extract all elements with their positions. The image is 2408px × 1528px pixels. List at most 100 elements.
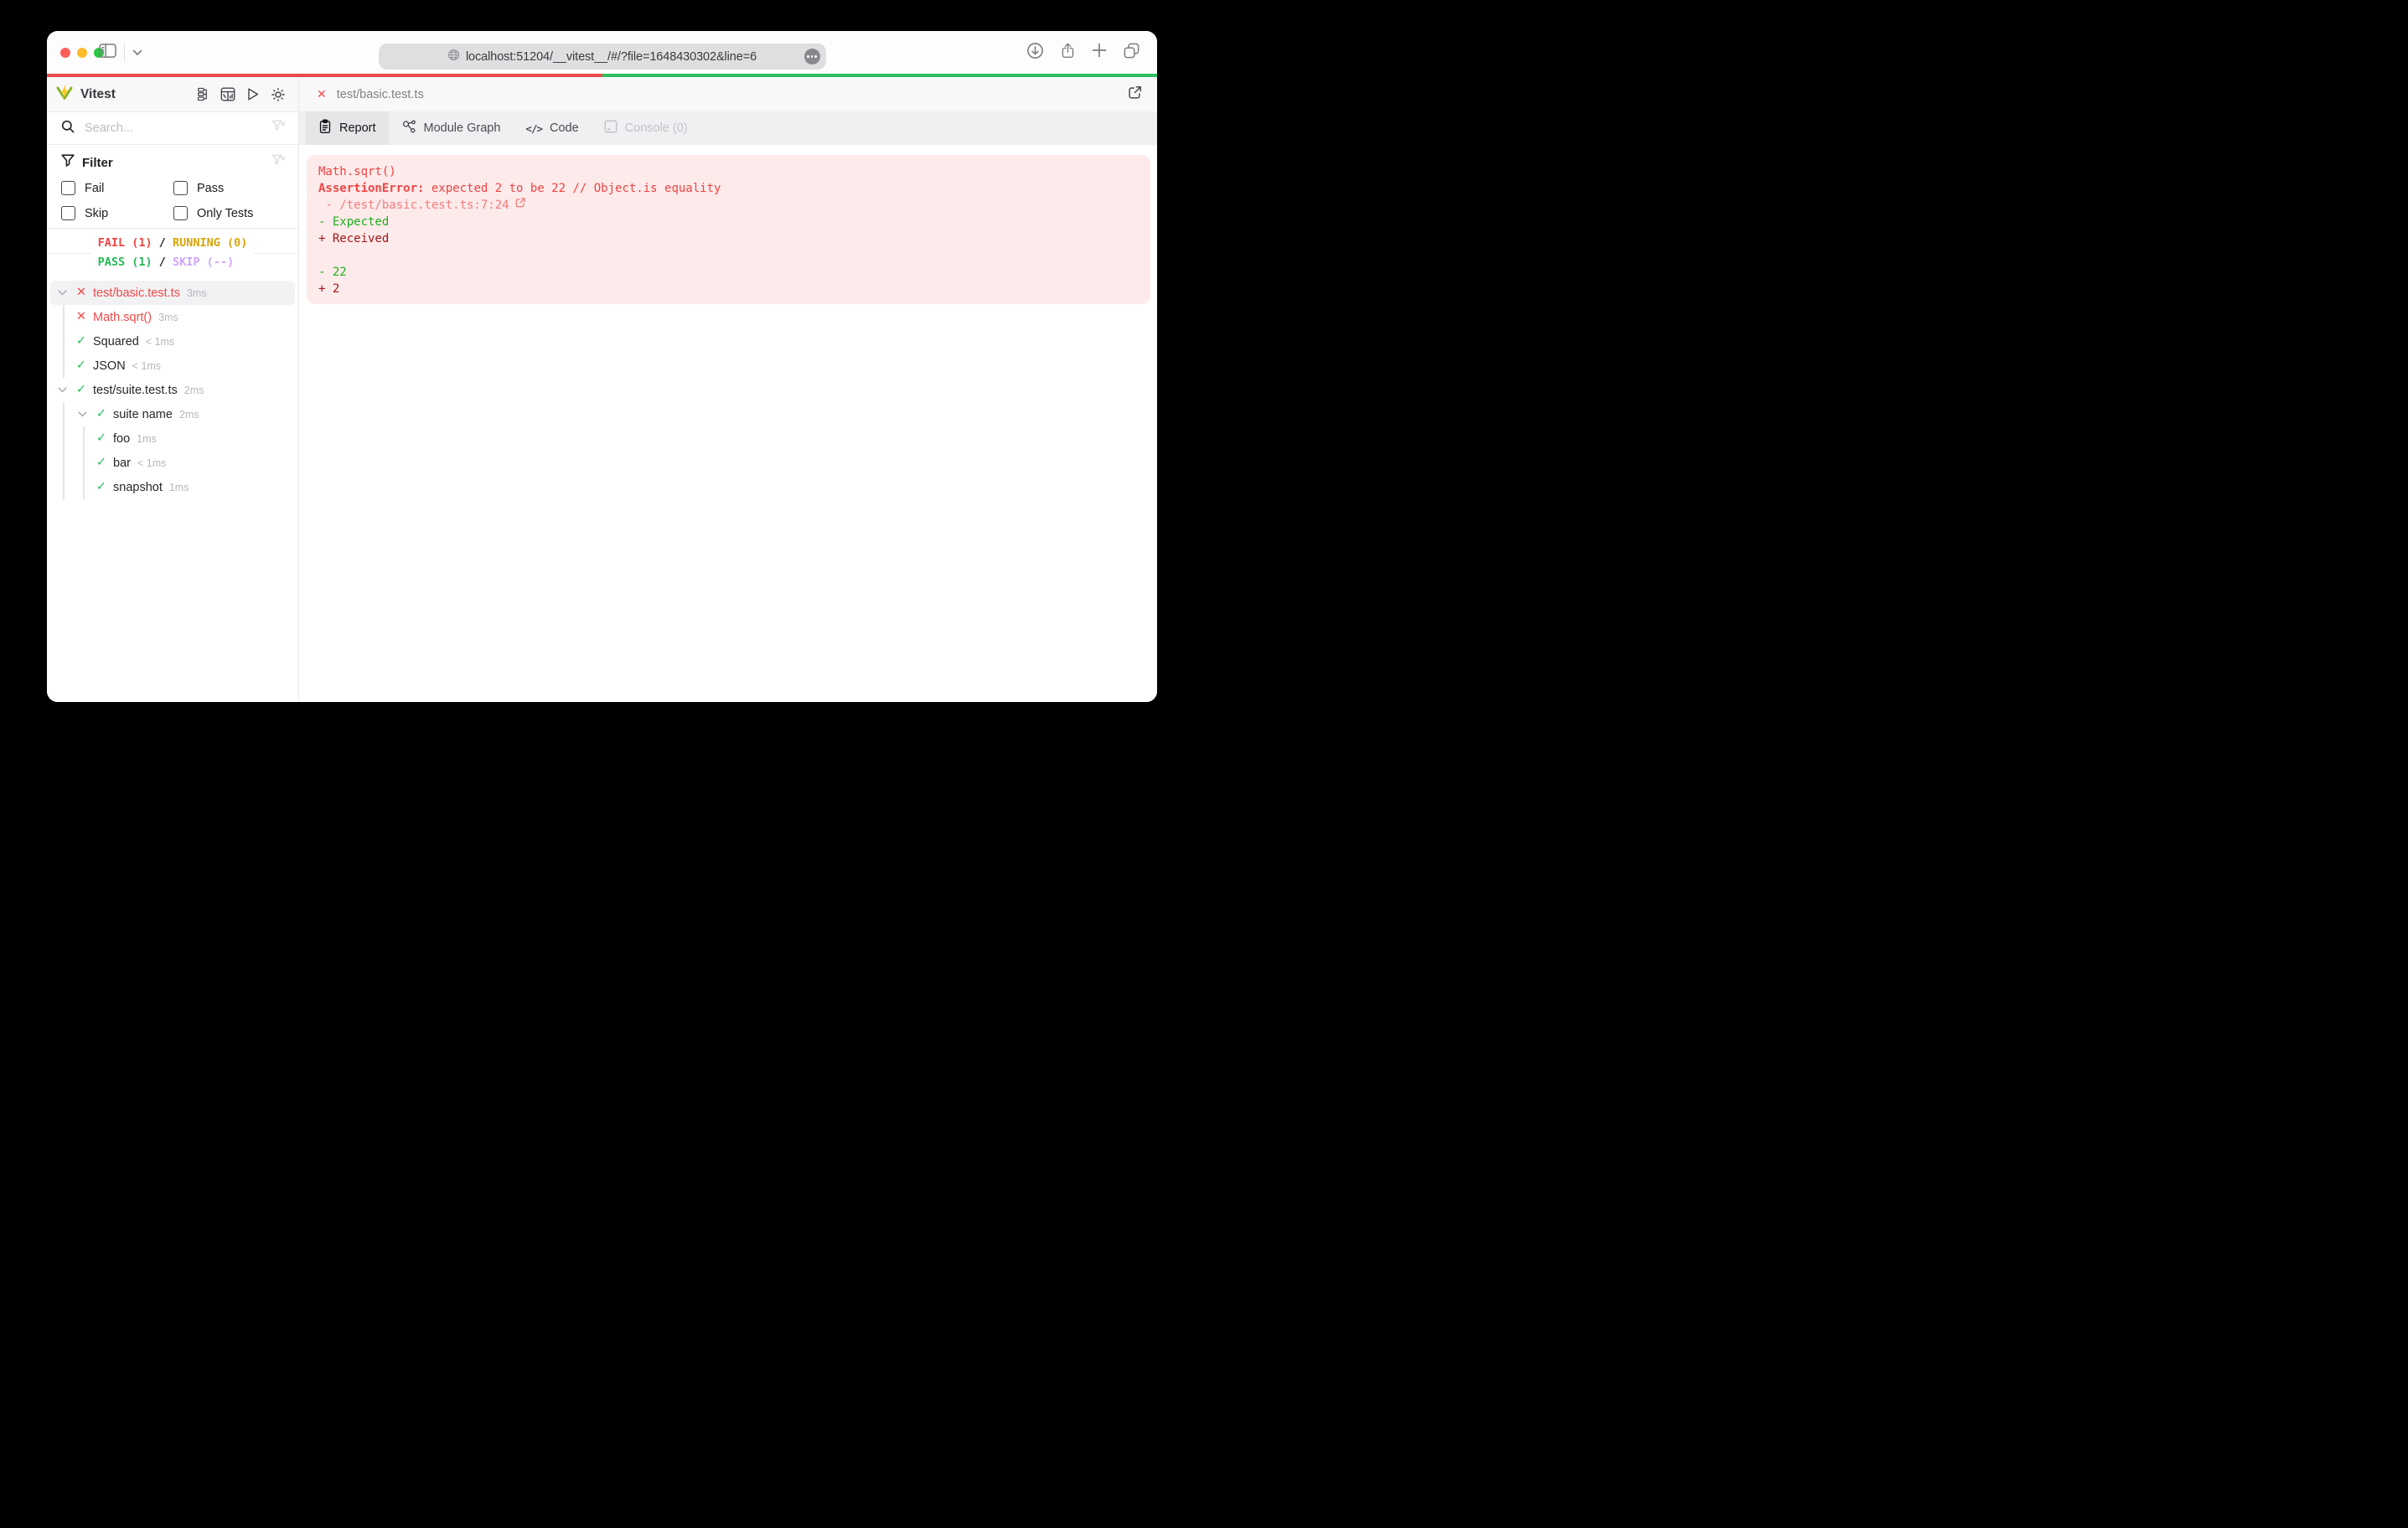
- duration: 2ms: [178, 408, 199, 421]
- code-icon: </>: [525, 121, 543, 135]
- main-pane: ✕ test/basic.test.ts Report Module Graph…: [299, 77, 1157, 702]
- new-tab-icon[interactable]: [1092, 43, 1107, 62]
- tree-row-test[interactable]: ✓ Squared < 1ms: [50, 329, 295, 354]
- test-summary: FAIL (1) / RUNNING (0) PASS (1) / SKIP (…: [47, 229, 298, 277]
- minimize-window-button[interactable]: [77, 48, 87, 58]
- diff-expected-label: - Expected: [318, 215, 390, 229]
- sidebar: Vitest Search... Filter Fail Pass Skip O…: [47, 77, 299, 702]
- pass-icon: ✓: [96, 431, 107, 446]
- filter-section: Filter Fail Pass Skip Only Tests: [47, 145, 298, 229]
- duration: 3ms: [186, 286, 207, 299]
- page-settings-icon[interactable]: [804, 49, 820, 65]
- filter-icon: [61, 154, 75, 171]
- report-icon: [318, 119, 332, 137]
- clear-search-filter-icon[interactable]: [271, 120, 286, 137]
- summary-line-1: FAIL (1) / RUNNING (0): [97, 236, 248, 250]
- filter-checkbox-only-tests[interactable]: Only Tests: [173, 204, 286, 222]
- open-in-editor-icon[interactable]: [1127, 85, 1143, 105]
- tree-row-test[interactable]: ✓ snapshot 1ms: [50, 475, 295, 499]
- pass-icon: ✓: [75, 334, 87, 348]
- open-file-name: test/basic.test.ts: [336, 87, 424, 101]
- checkbox[interactable]: [61, 206, 75, 220]
- address-bar[interactable]: localhost:51204/__vitest__/#/?file=16484…: [378, 44, 826, 70]
- tab-code[interactable]: </> Code: [513, 111, 591, 145]
- globe-icon: [447, 49, 460, 65]
- search-row: [47, 112, 298, 145]
- console-icon: [604, 120, 618, 137]
- sidebar-header: Vitest: [47, 77, 298, 112]
- fail-count: FAIL (1): [97, 236, 152, 250]
- pass-icon: ✓: [96, 407, 107, 421]
- duration: < 1ms: [132, 359, 162, 372]
- duration: 2ms: [183, 384, 204, 396]
- sidebar-toggle-icon[interactable]: [99, 43, 116, 63]
- filter-checkbox-pass[interactable]: Pass: [173, 179, 286, 197]
- filter-checkbox-fail[interactable]: Fail: [61, 179, 173, 197]
- run-all-icon[interactable]: [246, 87, 260, 101]
- close-window-button[interactable]: [60, 48, 70, 58]
- app-title: Vitest: [80, 86, 116, 101]
- theme-toggle-icon[interactable]: [271, 87, 286, 102]
- pass-count: PASS (1): [97, 255, 152, 269]
- chevron-down-icon[interactable]: [52, 387, 72, 393]
- running-count: RUNNING (0): [173, 236, 248, 250]
- view-tabs: Report Module Graph </> Code Console (0): [299, 111, 1157, 145]
- failed-test-name: Math.sqrt(): [318, 165, 396, 178]
- tab-module-graph[interactable]: Module Graph: [389, 111, 514, 145]
- chevron-down-icon[interactable]: [132, 45, 142, 60]
- collapse-tree-icon[interactable]: [196, 87, 209, 101]
- skip-count: SKIP (--): [173, 255, 235, 269]
- diff-received-label: + Received: [318, 232, 390, 245]
- duration: < 1ms: [137, 457, 167, 469]
- tab-report[interactable]: Report: [306, 111, 389, 145]
- pass-icon: ✓: [96, 480, 107, 494]
- vitest-logo-icon: [55, 83, 74, 106]
- summary-line-2: PASS (1) / SKIP (--): [97, 255, 235, 269]
- chevron-down-icon[interactable]: [52, 290, 72, 296]
- pass-icon: ✓: [75, 383, 87, 397]
- tree-row-test[interactable]: ✓ JSON < 1ms: [50, 354, 295, 378]
- dashboard-icon[interactable]: [220, 87, 235, 101]
- tree-row-test[interactable]: ✓ bar < 1ms: [50, 451, 295, 475]
- search-icon: [61, 120, 75, 137]
- tab-console: Console (0): [592, 111, 700, 145]
- assertion-error-line: AssertionError: expected 2 to be 22 // O…: [318, 182, 721, 195]
- browser-window: localhost:51204/__vitest__/#/?file=16484…: [47, 31, 1157, 702]
- file-header: ✕ test/basic.test.ts: [299, 77, 1157, 111]
- test-tree: ✕ test/basic.test.ts 3ms ✕ Math.sqrt() 3…: [47, 277, 298, 702]
- checkbox[interactable]: [173, 206, 188, 220]
- duration: < 1ms: [145, 335, 175, 348]
- duration: 3ms: [158, 311, 178, 323]
- tree-row-suite[interactable]: ✓ suite name 2ms: [50, 402, 295, 426]
- module-graph-icon: [401, 119, 416, 137]
- toolbar-divider: [124, 43, 125, 62]
- traffic-lights: [60, 48, 104, 58]
- open-in-editor-icon[interactable]: [514, 197, 526, 214]
- error-report: Math.sqrt() AssertionError: expected 2 t…: [307, 155, 1150, 304]
- pass-icon: ✓: [75, 359, 87, 373]
- tree-row-file-basic[interactable]: ✕ test/basic.test.ts 3ms: [50, 281, 295, 305]
- report-panel: Math.sqrt() AssertionError: expected 2 t…: [299, 145, 1157, 702]
- share-icon[interactable]: [1060, 42, 1076, 64]
- search-input[interactable]: [83, 121, 271, 136]
- duration: 1ms: [137, 432, 157, 445]
- pass-icon: ✓: [96, 456, 107, 470]
- browser-toolbar: localhost:51204/__vitest__/#/?file=16484…: [47, 31, 1157, 74]
- error-location-link[interactable]: - /test/basic.test.ts:7:24: [318, 197, 526, 214]
- checkbox[interactable]: [173, 181, 188, 195]
- diff-received-value: + 2: [318, 282, 340, 296]
- desktop-background: localhost:51204/__vitest__/#/?file=16484…: [0, 0, 1204, 764]
- chevron-down-icon[interactable]: [72, 411, 92, 417]
- tree-row-test[interactable]: ✕ Math.sqrt() 3ms: [50, 305, 295, 329]
- tab-overview-icon[interactable]: [1123, 42, 1140, 64]
- diff-expected-value: - 22: [318, 266, 347, 279]
- fail-icon: ✕: [75, 286, 87, 300]
- filter-title: Filter: [82, 155, 113, 170]
- duration: 1ms: [168, 481, 189, 493]
- downloads-icon[interactable]: [1026, 42, 1044, 64]
- filter-checkbox-skip[interactable]: Skip: [61, 204, 173, 222]
- tree-row-file-suite[interactable]: ✓ test/suite.test.ts 2ms: [50, 378, 295, 402]
- tree-row-test[interactable]: ✓ foo 1ms: [50, 426, 295, 451]
- checkbox[interactable]: [61, 181, 75, 195]
- clear-filter-icon[interactable]: [271, 154, 286, 172]
